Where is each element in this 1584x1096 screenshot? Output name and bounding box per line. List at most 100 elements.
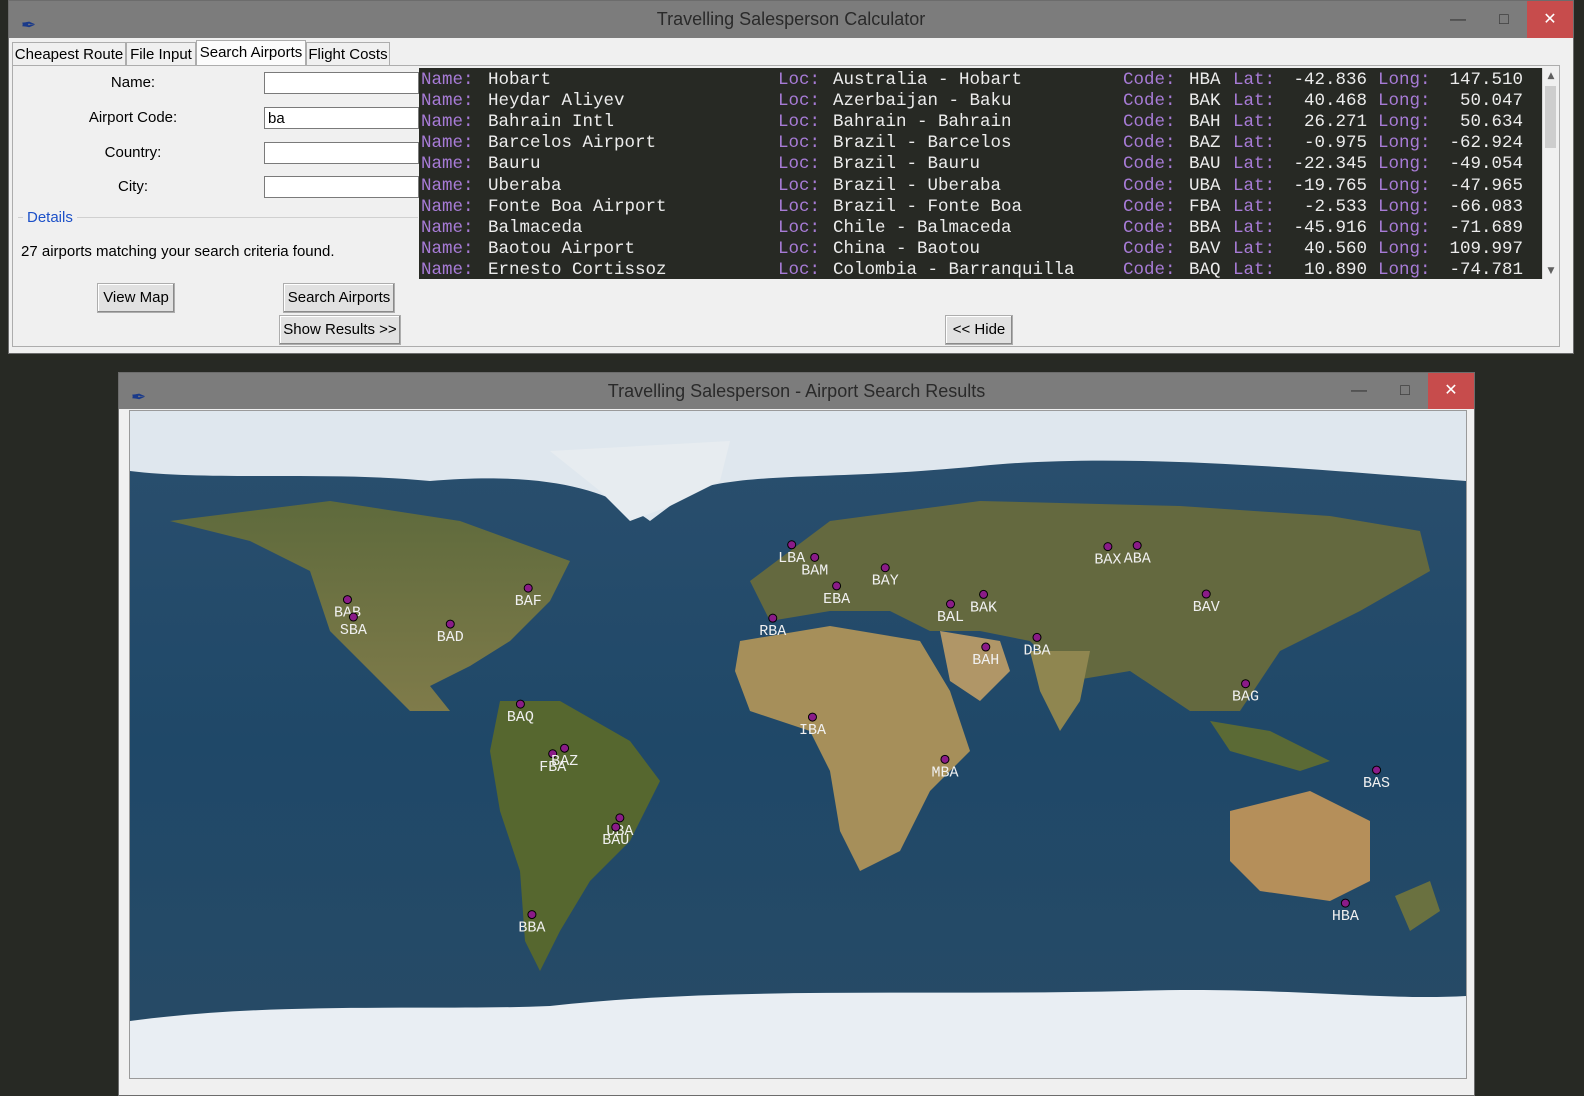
- map-window: ✒ Travelling Salesperson - Airport Searc…: [118, 372, 1475, 1096]
- result-code-key: Code:: [1123, 238, 1176, 259]
- name-input[interactable]: [264, 72, 419, 94]
- result-lat-value: -19.765: [1293, 175, 1367, 196]
- result-loc-key: Loc:: [778, 175, 821, 196]
- airport-marker-baq[interactable]: [515, 699, 525, 709]
- airport-marker-label: RBA: [759, 623, 786, 640]
- result-loc-value: Bahrain - Bahrain: [833, 112, 1012, 133]
- result-lat-key: Lat:: [1233, 217, 1276, 238]
- airport-marker-bam[interactable]: [810, 552, 820, 562]
- airport-marker-rba[interactable]: [768, 613, 778, 623]
- airport-marker-dba[interactable]: [1032, 632, 1042, 642]
- airport-marker-label: BAF: [515, 593, 542, 610]
- city-input[interactable]: [264, 176, 419, 198]
- airport-marker-sba[interactable]: [348, 612, 358, 622]
- airport-marker-mba[interactable]: [940, 754, 950, 764]
- results-list[interactable]: Name: Hobart Loc: Australia - Hobart Code: HB…: [419, 68, 1542, 279]
- tab-search-airports[interactable]: Search Airports: [196, 40, 306, 68]
- result-name-value: Bahrain Intl: [488, 112, 615, 133]
- details-label: Details: [23, 209, 77, 226]
- airport-marker-eba[interactable]: [832, 581, 842, 591]
- result-name-value: Balmaceda: [488, 217, 583, 238]
- scroll-up-icon[interactable]: ▲: [1543, 68, 1559, 84]
- airport-marker-label: BAZ: [551, 753, 578, 770]
- result-code-value: BAH: [1189, 112, 1221, 133]
- airport-marker-bax[interactable]: [1103, 542, 1113, 552]
- maximize-icon[interactable]: □: [1481, 1, 1527, 38]
- minimize-icon[interactable]: —: [1336, 373, 1382, 409]
- name-label: Name:: [110, 74, 156, 91]
- result-code-key: Code:: [1123, 112, 1176, 133]
- map-title-bar[interactable]: ✒ Travelling Salesperson - Airport Searc…: [119, 373, 1474, 409]
- result-code-key: Code:: [1123, 91, 1176, 112]
- show-results-button[interactable]: Show Results >>: [279, 315, 401, 345]
- airport-marker-label: BAS: [1363, 775, 1390, 792]
- search-airports-button[interactable]: Search Airports: [283, 283, 395, 313]
- scroll-down-icon[interactable]: ▼: [1543, 263, 1559, 279]
- airport-marker-bah[interactable]: [981, 642, 991, 652]
- airport-marker-uba[interactable]: [615, 813, 625, 823]
- result-loc-key: Loc:: [778, 70, 821, 90]
- airport-marker-iba[interactable]: [807, 712, 817, 722]
- result-long-value: -47.965: [1449, 175, 1523, 196]
- result-long-value: -74.781: [1449, 259, 1523, 279]
- airport-marker-baz[interactable]: [560, 743, 570, 753]
- minimize-icon[interactable]: —: [1435, 1, 1481, 38]
- airport-marker-bad[interactable]: [445, 619, 455, 629]
- tab-cheapest-route[interactable]: Cheapest Route: [12, 42, 126, 66]
- result-lat-key: Lat:: [1233, 91, 1276, 112]
- result-code-key: Code:: [1123, 133, 1176, 154]
- hide-button[interactable]: << Hide: [945, 315, 1013, 345]
- results-scrollbar[interactable]: ▲ ▼: [1542, 68, 1559, 279]
- airport-marker-label: BAH: [972, 652, 999, 669]
- airport-marker-bak[interactable]: [979, 589, 989, 599]
- result-lat-key: Lat:: [1233, 133, 1276, 154]
- airport-marker-hba[interactable]: [1340, 898, 1350, 908]
- airport-marker-bab[interactable]: [342, 595, 352, 605]
- airport-marker-lba[interactable]: [787, 540, 797, 550]
- airport-marker-bau[interactable]: [611, 822, 621, 832]
- airport-marker-bay[interactable]: [880, 563, 890, 573]
- airport-marker-label: IBA: [799, 722, 826, 739]
- result-lat-key: Lat:: [1233, 70, 1276, 90]
- country-input[interactable]: [264, 142, 419, 164]
- result-long-key: Long:: [1378, 133, 1431, 154]
- result-loc-key: Loc:: [778, 238, 821, 259]
- result-name-key: Name:: [421, 217, 474, 238]
- main-title-bar[interactable]: ✒ Travelling Salesperson Calculator — □ …: [9, 1, 1573, 38]
- airport-marker-baf[interactable]: [523, 583, 533, 593]
- airport-marker-label: BAY: [872, 573, 899, 590]
- close-icon[interactable]: ✕: [1527, 1, 1573, 38]
- result-code-value: BBA: [1189, 217, 1221, 238]
- airport-marker-bav[interactable]: [1201, 589, 1211, 599]
- airport-marker-label: BAG: [1232, 689, 1259, 706]
- result-lat-value: -45.916: [1293, 217, 1367, 238]
- result-long-key: Long:: [1378, 70, 1431, 90]
- airport-marker-bba[interactable]: [527, 910, 537, 920]
- airport-marker-bal[interactable]: [946, 599, 956, 609]
- result-name-value: Heydar Aliyev: [488, 91, 625, 112]
- close-icon[interactable]: ✕: [1428, 373, 1474, 409]
- airport-marker-aba[interactable]: [1132, 541, 1142, 551]
- scrollbar-thumb[interactable]: [1545, 86, 1556, 148]
- result-name-key: Name:: [421, 91, 474, 112]
- result-code-value: BAK: [1189, 91, 1221, 112]
- result-name-value: Ernesto Cortissoz: [488, 259, 667, 279]
- result-loc-value: China - Baotou: [833, 238, 981, 259]
- result-code-value: BAZ: [1189, 133, 1221, 154]
- result-loc-value: Australia - Hobart: [833, 70, 1023, 90]
- airport-marker-label: BBA: [518, 920, 545, 937]
- result-lat-value: 40.560: [1303, 238, 1367, 259]
- airport-marker-label: SBA: [340, 622, 367, 639]
- result-loc-value: Chile - Balmaceda: [833, 217, 1012, 238]
- view-map-button[interactable]: View Map: [97, 283, 175, 313]
- maximize-icon[interactable]: □: [1382, 373, 1428, 409]
- result-name-key: Name:: [421, 196, 474, 217]
- result-loc-key: Loc:: [778, 154, 821, 175]
- result-long-value: 50.634: [1459, 112, 1523, 133]
- tab-flight-costs[interactable]: Flight Costs: [306, 42, 390, 66]
- result-code-key: Code:: [1123, 154, 1176, 175]
- tab-file-input[interactable]: File Input: [126, 42, 196, 66]
- airport-marker-bas[interactable]: [1372, 765, 1382, 775]
- airport-marker-bag[interactable]: [1241, 679, 1251, 689]
- airport-code-input[interactable]: [264, 107, 419, 129]
